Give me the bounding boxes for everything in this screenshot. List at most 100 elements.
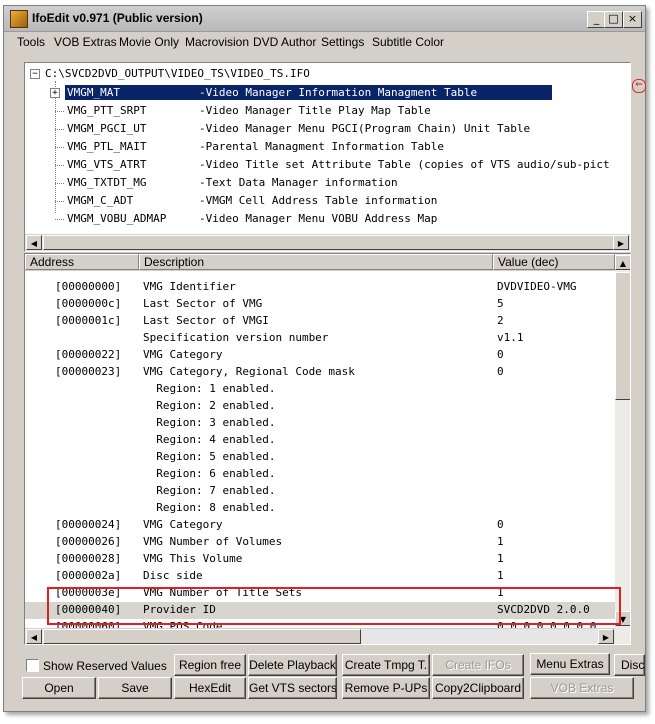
table-row[interactable]: Region: 6 enabled. xyxy=(25,466,615,483)
cell-description: Disc side xyxy=(143,569,203,582)
region-free-button[interactable]: Region free xyxy=(174,654,246,676)
title-bar: IfoEdit v0.971 (Public version) _ □ × xyxy=(4,6,645,32)
cell-description: Region: 7 enabled. xyxy=(143,484,276,497)
scroll-left-icon[interactable]: ◀ xyxy=(26,235,42,250)
tree-root-path[interactable]: C:\SVCD2DVD_OUTPUT\VIDEO_TS\VIDEO_TS.IFO xyxy=(45,67,310,80)
cell-description: Last Sector of VMGI xyxy=(143,314,269,327)
table-row[interactable]: Region: 3 enabled. xyxy=(25,415,615,432)
expand-icon[interactable]: + xyxy=(50,88,60,98)
table-row[interactable]: [00000026] VMG Number of Volumes 1 xyxy=(25,534,615,551)
table-row[interactable]: [00000024] VMG Category 0 xyxy=(25,517,615,534)
tree-item-name: VMGM_C_ADT xyxy=(67,194,134,207)
tree-item-desc: -Video Manager Title Play Map Table xyxy=(199,104,431,117)
cell-description: VMG Category xyxy=(143,348,223,361)
table-row[interactable]: Region: 2 enabled. xyxy=(25,398,615,415)
cell-value: 1 xyxy=(497,552,504,565)
scroll-right-icon[interactable]: ▶ xyxy=(613,235,629,250)
tree-item-name: VMG_PTT_SRPT xyxy=(67,104,147,117)
tree-item-desc: -VMGM Cell Address Table information xyxy=(199,194,438,207)
tree-item-name: VMGM_PGCI_UT xyxy=(67,122,147,135)
remove-pups-button[interactable]: Remove P-UPs xyxy=(342,677,430,699)
cell-address: [00000024] xyxy=(55,518,122,531)
menu-subtitle-color[interactable]: Subtitle Color xyxy=(372,35,444,49)
delete-playback-button[interactable]: Delete Playback xyxy=(248,654,337,676)
save-button[interactable]: Save xyxy=(98,677,172,699)
table-row[interactable]: Specification version number v1.1 xyxy=(25,330,615,347)
scroll-thumb[interactable] xyxy=(43,235,615,250)
table-row[interactable]: Region: 5 enabled. xyxy=(25,449,615,466)
ifo-tree-view[interactable]: − C:\SVCD2DVD_OUTPUT\VIDEO_TS\VIDEO_TS.I… xyxy=(24,62,631,252)
table-row[interactable]: [0000000c] Last Sector of VMG 5 xyxy=(25,296,615,313)
cell-value: 0 xyxy=(497,348,504,361)
menu-vob-extras[interactable]: VOB Extras xyxy=(54,35,117,49)
tree-connector xyxy=(55,129,64,130)
tree-item-desc: -Video Title set Attribute Table (copies… xyxy=(199,158,610,171)
copy2clipboard-button[interactable]: Copy2Clipboard xyxy=(432,677,524,699)
grid-horizontal-scrollbar[interactable]: ◀ ▶ xyxy=(25,628,615,644)
menu-settings[interactable]: Settings xyxy=(321,35,364,49)
menu-tools[interactable]: Tools xyxy=(17,35,45,49)
column-header-value[interactable]: Value (dec) xyxy=(493,254,615,270)
window-title: IfoEdit v0.971 (Public version) xyxy=(32,11,203,25)
table-row[interactable]: Region: 4 enabled. xyxy=(25,432,615,449)
collapse-icon[interactable]: − xyxy=(30,69,40,79)
cell-description: VMG Identifier xyxy=(143,280,236,293)
cell-description: Region: 2 enabled. xyxy=(143,399,276,412)
table-row[interactable]: Region: 1 enabled. xyxy=(25,381,615,398)
close-button[interactable]: × xyxy=(623,11,642,28)
column-header-address[interactable]: Address xyxy=(25,254,139,270)
tree-connector xyxy=(55,165,64,166)
grid-vertical-scrollbar[interactable]: ▲ ▼ xyxy=(615,254,630,644)
tree-item-name: VMG_PTL_MAIT xyxy=(67,140,147,153)
table-row[interactable]: Region: 8 enabled. xyxy=(25,500,615,517)
tree-connector xyxy=(55,219,64,220)
cell-address: [00000022] xyxy=(55,348,122,361)
disc-button[interactable]: Disc xyxy=(614,654,645,676)
maximize-button[interactable]: □ xyxy=(604,11,623,28)
table-row[interactable]: [0000001c] Last Sector of VMGI 2 xyxy=(25,313,615,330)
table-row[interactable]: [0000002a] Disc side 1 xyxy=(25,568,615,585)
table-row[interactable]: [00000028] VMG This Volume 1 xyxy=(25,551,615,568)
get-vts-sectors-button[interactable]: Get VTS sectors xyxy=(248,677,337,699)
app-icon[interactable] xyxy=(10,10,28,28)
menu-extras-button[interactable]: Menu Extras xyxy=(530,653,610,675)
create-tmpg-button[interactable]: Create Tmpg T. xyxy=(342,654,430,676)
tree-item-name: VMGM_VOBU_ADMAP xyxy=(67,212,167,225)
table-row[interactable]: [00000022] VMG Category 0 xyxy=(25,347,615,364)
table-row[interactable]: [00000000] VMG Identifier DVDVIDEO-VMG xyxy=(25,279,615,296)
cell-address: [0000001c] xyxy=(55,314,122,327)
tree-item-desc: -Video Manager Menu VOBU Address Map xyxy=(199,212,438,225)
splitter-grip-icon[interactable]: ⇐ xyxy=(632,79,646,93)
scroll-thumb[interactable] xyxy=(615,272,630,400)
menu-macrovision[interactable]: Macrovision xyxy=(185,35,249,49)
column-header-description[interactable]: Description xyxy=(139,254,493,270)
table-row[interactable]: Region: 7 enabled. xyxy=(25,483,615,500)
cell-description: VMG This Volume xyxy=(143,552,243,565)
cell-address: [0000000c] xyxy=(55,297,122,310)
cell-description: VMG Number of Volumes xyxy=(143,535,283,548)
tree-item-name: VMG_TXTDT_MG xyxy=(67,176,147,189)
scroll-thumb[interactable] xyxy=(43,629,361,644)
table-row[interactable]: [00000023] VMG Category, Regional Code ma… xyxy=(25,364,615,381)
create-ifos-button[interactable]: Create IFOs xyxy=(432,654,524,676)
scroll-left-icon[interactable]: ◀ xyxy=(26,629,42,644)
menu-movie-only[interactable]: Movie Only xyxy=(119,35,179,49)
scroll-right-icon[interactable]: ▶ xyxy=(598,629,614,644)
hexedit-button[interactable]: HexEdit xyxy=(174,677,246,699)
menu-dvd-author[interactable]: DVD Author xyxy=(253,35,316,49)
cell-address: [00000000] xyxy=(55,280,122,293)
vob-extras-button[interactable]: VOB Extras xyxy=(530,677,634,699)
cell-description: Region: 5 enabled. xyxy=(143,450,276,463)
tree-connector xyxy=(55,183,64,184)
tree-connector xyxy=(55,201,64,202)
tree-horizontal-scrollbar[interactable]: ◀ ▶ xyxy=(25,234,630,251)
cell-address: [0000002a] xyxy=(55,569,122,582)
tree-connector xyxy=(55,147,64,148)
show-reserved-values-checkbox[interactable] xyxy=(26,659,39,672)
show-reserved-values-label: Show Reserved Values xyxy=(43,659,167,673)
cell-value: 1 xyxy=(497,569,504,582)
scroll-up-icon[interactable]: ▲ xyxy=(615,255,630,270)
cell-description: Region: 3 enabled. xyxy=(143,416,276,429)
cell-value: 2 xyxy=(497,314,504,327)
open-button[interactable]: Open xyxy=(22,677,96,699)
